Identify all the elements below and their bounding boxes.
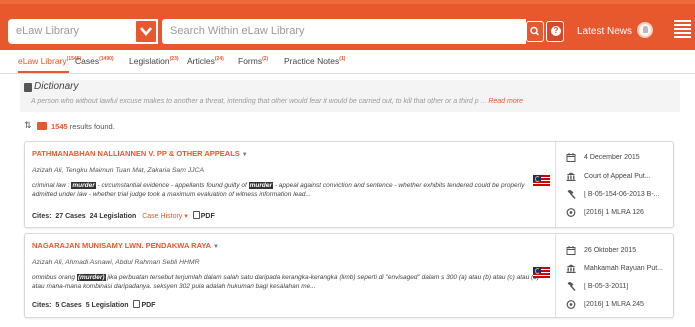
tab-practice-notes[interactable]: Practice Notes(1) [284,56,345,66]
dictionary-panel: Dictionary A person who without lawful e… [20,80,680,112]
user-avatar-icon[interactable] [637,22,653,38]
case-cites: Cites: 27 Cases 24 Legislation Case Hist… [32,211,215,220]
cites-cases-link[interactable]: 5 Cases [55,302,81,309]
case-citation: [2016] 1 MLRA 245 [584,301,644,308]
case-citation: [2016] 1 MLRA 126 [584,209,644,216]
caret-down-icon[interactable]: ▼ [242,152,248,158]
sort-icon[interactable]: ⇅ [24,120,32,131]
tab-cases[interactable]: Cases(1490) [75,56,114,66]
top-header: eLaw Library Search Within eLaw Library … [0,0,695,50]
malaysia-flag-icon [533,175,550,186]
dictionary-title: Dictionary [34,81,79,92]
library-dropdown-button[interactable] [134,19,158,44]
cites-cases-link[interactable]: 27 Cases [55,213,85,220]
gavel-icon [567,282,576,291]
case-history-link[interactable]: Case History ▾ [142,213,188,220]
cites-legislation-link[interactable]: 5 Legislation [86,302,129,309]
card-divider [555,142,556,227]
chevron-down-icon [140,27,152,36]
calendar-icon [566,246,576,255]
tab-legislation[interactable]: Legislation(23) [129,56,179,66]
case-title-link[interactable]: NAGARAJAN MUNISAMY LWN. PENDAKWA RAYA ▼ [32,241,219,250]
results-count: 1545 results found. [51,122,115,131]
search-button[interactable] [526,21,544,42]
pdf-icon[interactable] [192,211,200,219]
case-snippet: criminal law : murder - circumstantial e… [32,182,525,198]
pdf-link[interactable]: PDF [201,213,215,220]
cites-legislation-link[interactable]: 24 Legislation [90,213,137,220]
pdf-icon[interactable] [133,300,141,308]
case-judges: Azizah Ali, Ahmadi Asnawi, Abdul Rahman … [32,259,200,266]
court-building-icon [566,264,576,273]
calendar-icon [566,153,576,162]
result-tabs: eLaw Library(1545) Cases(1490) Legislati… [0,52,695,74]
tab-forms[interactable]: Forms(2) [238,56,268,66]
case-title-link[interactable]: PATHMANABHAN NALLIANNEN V. PP & OTHER AP… [32,149,248,158]
question-icon: ? [551,26,561,36]
result-card: PATHMANABHAN NALLIANNEN V. PP & OTHER AP… [24,141,674,228]
gavel-icon [567,190,576,199]
search-input[interactable]: Search Within eLaw Library [162,19,526,44]
case-number: [ B-05-154-06-2013 B-... [584,191,660,198]
case-snippet: omnibus orang (murder) jika perbuatan te… [32,274,540,290]
hamburger-menu-icon[interactable] [674,20,691,40]
court-building-icon [566,172,576,181]
result-card: NAGARAJAN MUNISAMY LWN. PENDAKWA RAYA ▼ A… [24,233,674,318]
tab-articles[interactable]: Articles(24) [187,56,224,66]
case-cites: Cites: 5 Cases 5 Legislation PDF [32,300,156,309]
tab-elaw-library[interactable]: eLaw Library(1545) [18,56,81,66]
active-tab-indicator [18,71,69,73]
folder-icon [37,122,47,130]
card-divider [555,234,556,317]
citation-badge-icon [566,300,576,309]
caret-down-icon[interactable]: ▼ [213,244,219,250]
latest-news-link[interactable]: Latest News [577,26,632,37]
case-number: [ B-05-3-2011] [584,283,629,290]
read-more-link[interactable]: Read more [488,98,523,105]
case-date: 4 December 2015 [584,154,640,161]
citation-badge-icon [566,208,576,217]
dictionary-definition: A person who without lawful excuse makes… [31,98,523,105]
case-date: 26 Oktober 2015 [584,247,637,254]
book-icon [24,83,32,92]
pdf-link[interactable]: PDF [141,302,155,309]
malaysia-flag-icon [533,267,550,278]
case-court: Mahkamah Rayuan Put... [584,265,663,272]
case-judges: Azizah Ali, Tengku Maimun Tuan Mat, Zaka… [32,167,205,174]
search-icon [530,26,540,36]
case-court: Court of Appeal Put... [584,173,651,180]
help-button[interactable]: ? [546,21,564,42]
